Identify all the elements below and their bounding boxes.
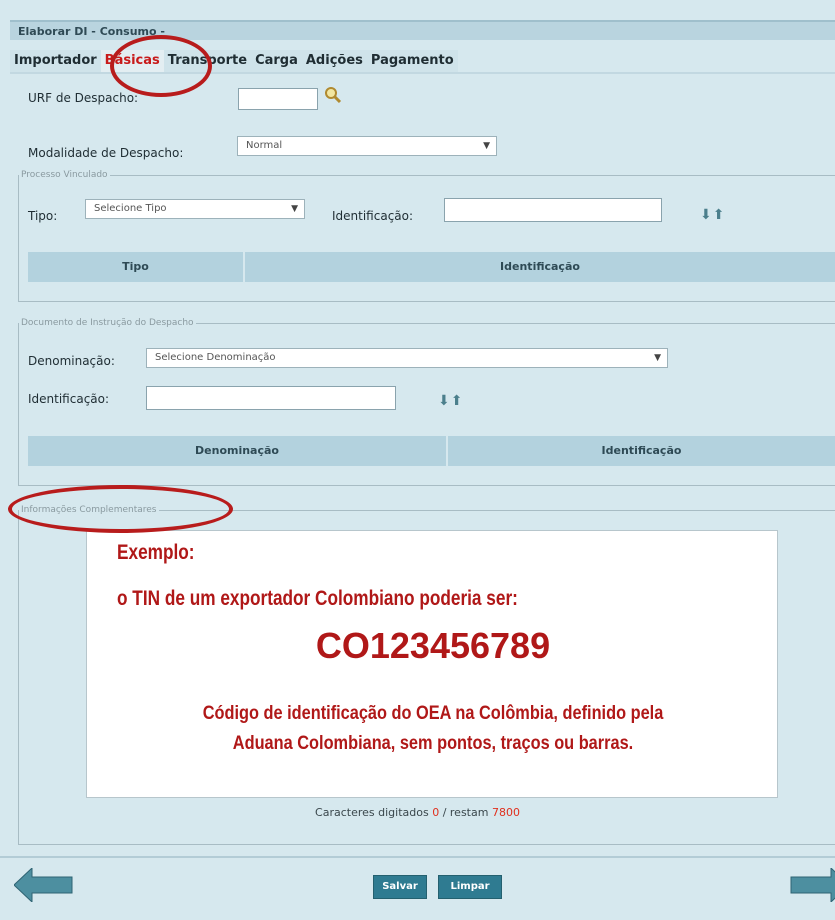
tab-bar: Importador Básicas Transporte Carga Adiç… — [10, 50, 458, 72]
informacoes-textarea[interactable]: Exemplo: o TIN de um exportador Colombia… — [86, 530, 778, 798]
processo-legend: Processo Vinculado — [21, 170, 108, 180]
tab-divider — [10, 72, 835, 74]
counter-typed: 0 — [432, 806, 440, 819]
window-title: Elaborar DI - Consumo - — [10, 20, 835, 40]
back-arrow-icon[interactable] — [13, 866, 74, 904]
note-heading: Exemplo: — [117, 541, 195, 564]
col-processo-ident[interactable]: Identificação — [245, 252, 835, 282]
tipo-select[interactable]: Selecione Tipo ▼ — [85, 199, 305, 219]
save-button[interactable]: Salvar — [373, 875, 427, 899]
processo-ident-input[interactable] — [444, 198, 662, 222]
modalidade-select[interactable]: Normal ▼ — [237, 136, 497, 156]
tab-carga[interactable]: Carga — [251, 50, 302, 72]
col-tipo[interactable]: Tipo — [28, 252, 245, 282]
modalidade-label: Modalidade de Despacho: — [28, 146, 184, 160]
denominacao-value: Selecione Denominação — [155, 352, 276, 363]
counter-prefix: Caracteres digitados — [315, 806, 429, 819]
arrow-up-icon[interactable]: ⬆ — [713, 207, 726, 223]
col-documento-ident[interactable]: Identificação — [448, 436, 835, 466]
arrow-up-icon[interactable]: ⬆ — [451, 393, 464, 409]
documento-table-header: Denominação Identificação — [28, 436, 835, 466]
documento-legend: Documento de Instrução do Despacho — [21, 318, 194, 328]
denominacao-select[interactable]: Selecione Denominação ▼ — [146, 348, 668, 368]
arrow-down-icon[interactable]: ⬇ — [438, 393, 451, 409]
tab-basicas[interactable]: Básicas — [100, 50, 164, 72]
documento-ident-label: Identificação: — [28, 392, 110, 406]
char-counter: Caracteres digitados 0 / restam 7800 — [0, 806, 835, 819]
processo-ident-label: Identificação: — [332, 209, 414, 223]
tipo-value: Selecione Tipo — [94, 203, 167, 214]
modalidade-value: Normal — [246, 140, 283, 151]
processo-table-header: Tipo Identificação — [28, 252, 835, 282]
clear-button[interactable]: Limpar — [438, 875, 502, 899]
note-desc-1: Código de identificação do OEA na Colômb… — [202, 703, 664, 724]
note-line: o TIN de um exportador Colombiano poderi… — [117, 587, 518, 610]
counter-sep: / restam — [442, 806, 489, 819]
tab-transporte[interactable]: Transporte — [163, 50, 252, 72]
chevron-down-icon: ▼ — [654, 353, 661, 363]
tipo-label: Tipo: — [28, 209, 58, 223]
chevron-down-icon: ▼ — [291, 204, 298, 214]
note-code: CO123456789 — [315, 625, 551, 666]
processo-vinculado-section: Processo Vinculado — [18, 170, 835, 302]
counter-remaining: 7800 — [491, 806, 520, 819]
tab-pagamento[interactable]: Pagamento — [366, 50, 458, 72]
footer-divider — [0, 856, 835, 858]
arrow-down-icon[interactable]: ⬇ — [700, 207, 713, 223]
urf-input[interactable] — [238, 88, 318, 110]
col-denominacao[interactable]: Denominação — [28, 436, 448, 466]
note-desc-2: Aduana Colombiana, sem pontos, traços ou… — [232, 733, 634, 754]
documento-ident-input[interactable] — [146, 386, 396, 410]
forward-arrow-icon[interactable] — [789, 868, 835, 902]
informacoes-legend: Informações Complementares — [21, 505, 157, 515]
search-icon[interactable] — [324, 86, 346, 108]
tab-adicoes[interactable]: Adições — [301, 50, 367, 72]
denominacao-label: Denominação: — [28, 354, 115, 368]
tab-importador[interactable]: Importador — [10, 50, 101, 72]
urf-label: URF de Despacho: — [28, 91, 139, 105]
chevron-down-icon: ▼ — [483, 141, 490, 151]
